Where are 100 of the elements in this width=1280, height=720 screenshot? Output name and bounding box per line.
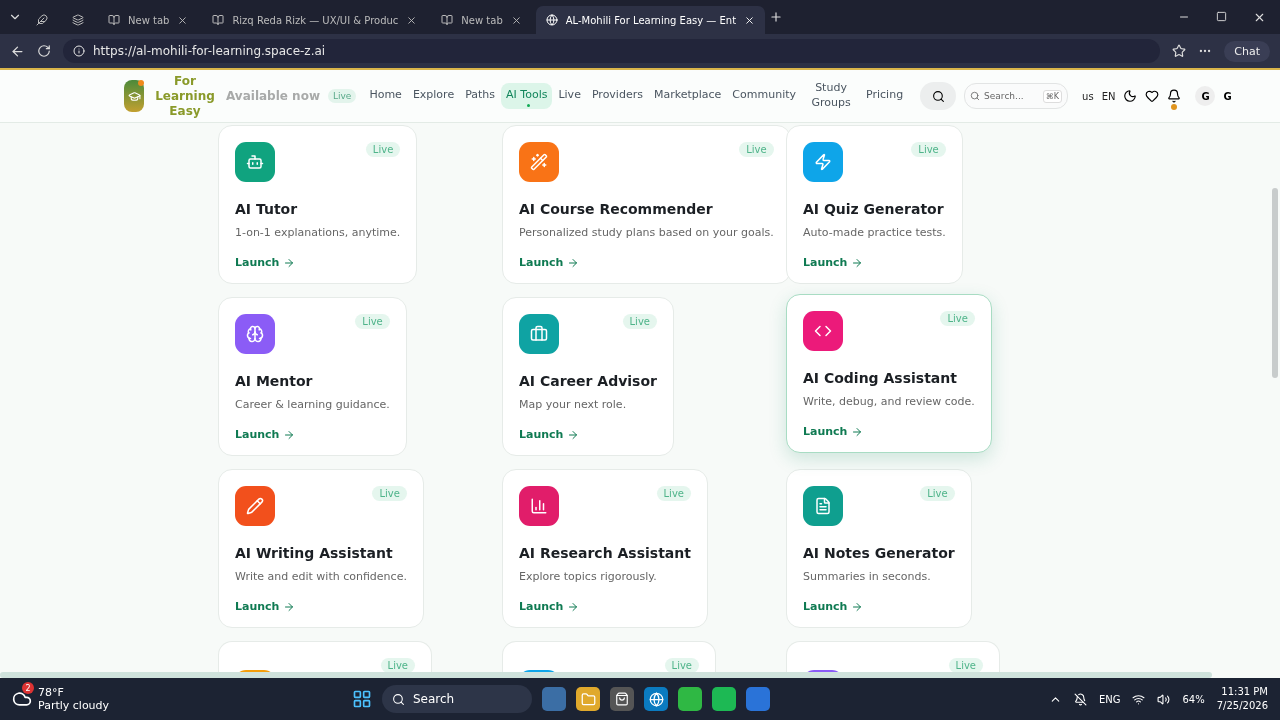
search-icon bbox=[392, 692, 405, 706]
taskbar-search[interactable]: Search bbox=[382, 685, 532, 713]
launch-link[interactable]: Launch bbox=[803, 600, 848, 613]
close-icon[interactable] bbox=[510, 14, 522, 26]
globe-icon bbox=[545, 14, 558, 26]
live-badge: Live bbox=[656, 486, 691, 501]
new-tab-icon[interactable] bbox=[769, 10, 784, 24]
nav-link[interactable]: Study Groups bbox=[802, 75, 861, 117]
tool-description: Write, debug, and review code. bbox=[803, 395, 975, 408]
wifi-icon[interactable] bbox=[1132, 692, 1146, 706]
launch-link[interactable]: Launch bbox=[519, 428, 564, 441]
launch-link[interactable]: Launch bbox=[519, 600, 564, 613]
tool-description: Career & learning guidance. bbox=[235, 398, 390, 411]
launch-link[interactable]: Launch bbox=[235, 428, 280, 441]
tool-title: AI Mentor bbox=[235, 373, 314, 389]
chat-button[interactable]: Chat bbox=[1224, 40, 1270, 62]
launch-link[interactable]: Launch bbox=[803, 425, 848, 438]
maximize-icon[interactable] bbox=[1216, 10, 1227, 22]
battery-text: 64% bbox=[1182, 693, 1205, 705]
tool-description: Auto-made practice tests. bbox=[803, 226, 946, 239]
browser-tab[interactable]: New tab bbox=[98, 6, 199, 34]
browser-tab[interactable]: New tab bbox=[431, 6, 532, 34]
back-icon[interactable] bbox=[10, 43, 25, 59]
shortcut-key: ⌘K bbox=[1042, 89, 1063, 103]
browser-tab[interactable]: AL-Mohili For Learning Easy — Ent bbox=[535, 6, 766, 34]
tool-description: Summaries in seconds. bbox=[803, 570, 932, 583]
live-badge: Live bbox=[739, 142, 774, 157]
moon-icon[interactable] bbox=[1123, 89, 1138, 103]
tool-title: AI Writing Assistant bbox=[235, 545, 394, 561]
bell-off-icon[interactable] bbox=[1073, 692, 1087, 706]
temperature-text: 78°F bbox=[38, 686, 65, 699]
tool-title: AI Career Advisor bbox=[519, 373, 657, 389]
tool-title: AI Quiz Generator bbox=[803, 201, 945, 217]
nav-link[interactable]: Community bbox=[727, 83, 802, 109]
book-icon bbox=[212, 14, 225, 26]
live-badge: Live bbox=[940, 311, 975, 326]
avatar[interactable]: G bbox=[1195, 86, 1216, 106]
close-icon[interactable] bbox=[744, 14, 756, 26]
tool-description: Write and edit with confidence. bbox=[235, 570, 407, 583]
user-initial: G bbox=[1223, 90, 1232, 102]
live-badge: Live bbox=[328, 89, 357, 103]
nav-link[interactable]: Paths bbox=[460, 83, 501, 109]
folder-icon[interactable] bbox=[576, 687, 600, 711]
search-button[interactable] bbox=[920, 82, 957, 110]
nav-link[interactable]: Explore bbox=[407, 83, 460, 109]
search-field[interactable]: Search... ⌘K bbox=[964, 83, 1069, 109]
tool-description: Map your next role. bbox=[519, 398, 628, 411]
live-badge: Live bbox=[355, 314, 390, 329]
info-icon[interactable] bbox=[73, 45, 85, 57]
nav-link[interactable]: Marketplace bbox=[648, 83, 727, 109]
live-badge: Live bbox=[365, 142, 401, 157]
search-icon bbox=[970, 91, 981, 101]
input-language[interactable]: ENG bbox=[1098, 693, 1121, 705]
launch-link[interactable]: Launch bbox=[803, 256, 848, 269]
launch-link[interactable]: Launch bbox=[519, 256, 564, 269]
tool-description: Personalized study plans based on your goals. bbox=[519, 226, 774, 239]
logo-text: For Learning Easy bbox=[154, 73, 216, 119]
tool-title: AI Research Assistant bbox=[519, 545, 691, 561]
launch-link[interactable]: Launch bbox=[235, 256, 280, 269]
tool-title: AI Notes Generator bbox=[803, 545, 955, 561]
bell-icon[interactable] bbox=[1167, 89, 1182, 103]
launch-link[interactable]: Launch bbox=[235, 600, 280, 613]
close-icon[interactable] bbox=[406, 14, 418, 26]
store-icon[interactable] bbox=[610, 687, 634, 711]
tool-title: AI Tutor bbox=[235, 201, 299, 217]
nav-link[interactable]: Pricing bbox=[861, 83, 909, 109]
book-icon bbox=[441, 14, 454, 26]
nav-link[interactable]: AI Tools bbox=[501, 83, 553, 109]
address-field[interactable]: https://al-mohili-for-learning.space-z.ai bbox=[63, 39, 1161, 63]
region-text: us bbox=[1082, 90, 1094, 102]
close-icon[interactable] bbox=[177, 14, 189, 26]
live-badge: Live bbox=[372, 486, 407, 501]
browser-tab[interactable]: Rizq Reda Rizk — UX/UI & Produc bbox=[202, 6, 428, 34]
reload-icon[interactable] bbox=[37, 44, 51, 58]
nav-link[interactable]: Providers bbox=[586, 83, 648, 109]
volume-icon[interactable] bbox=[1157, 692, 1171, 706]
browser-icon[interactable] bbox=[644, 687, 668, 711]
announcement-text: Available now bbox=[226, 89, 320, 103]
date-text: 7/25/2026 bbox=[1216, 699, 1268, 713]
scrollbar[interactable] bbox=[0, 672, 1212, 678]
start-icon[interactable] bbox=[352, 689, 372, 709]
weather-text: Partly cloudy bbox=[38, 699, 110, 712]
tool-description: 1-on-1 explanations, anytime. bbox=[235, 226, 401, 239]
weather-badge: 2 bbox=[22, 682, 34, 694]
nav-link[interactable]: Live bbox=[553, 83, 586, 109]
scrollbar[interactable] bbox=[1272, 188, 1278, 378]
tool-description: Explore topics rigorously. bbox=[519, 570, 658, 583]
weather-icon bbox=[12, 689, 32, 709]
nav-link[interactable]: Home bbox=[364, 83, 407, 109]
search-icon bbox=[931, 89, 945, 103]
star-icon[interactable] bbox=[1172, 44, 1187, 58]
layers-icon bbox=[72, 14, 84, 26]
live-badge: Live bbox=[911, 142, 946, 157]
live-badge: Live bbox=[920, 486, 955, 501]
live-badge: Live bbox=[622, 314, 657, 329]
heart-icon[interactable] bbox=[1145, 89, 1160, 103]
language-button[interactable]: EN bbox=[1101, 90, 1116, 102]
feather-icon bbox=[36, 14, 48, 26]
time-text: 11:31 PM bbox=[1220, 685, 1268, 699]
tool-title: AI Coding Assistant bbox=[803, 370, 958, 386]
